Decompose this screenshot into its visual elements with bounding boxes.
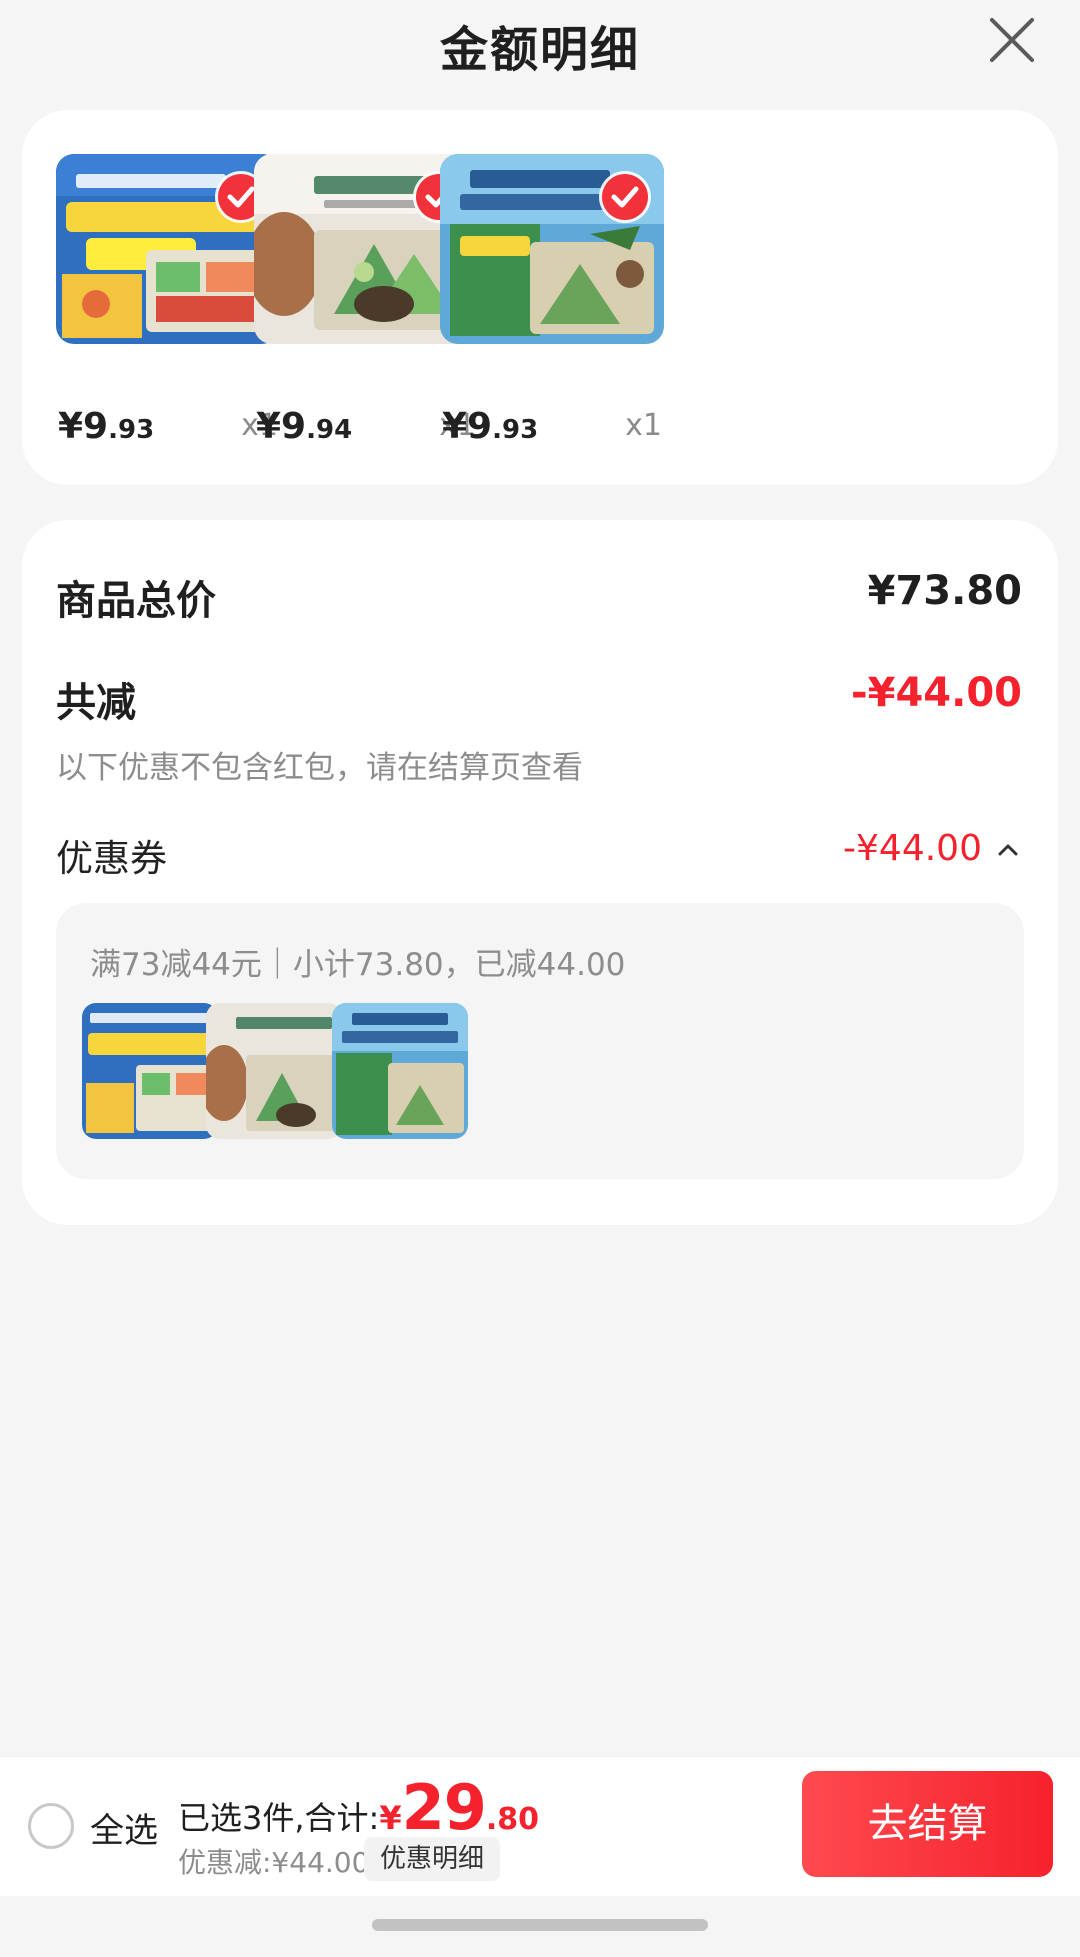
checkout-bar: 全选 已选3件,合计:¥29.80 优惠减:¥44.00 优惠明细 去结算 xyxy=(0,1756,1080,1896)
product-list-card: ¥9.93 x1 ¥9.94 x1 ¥9.93 x1 xyxy=(22,110,1058,485)
product-price: ¥9.93 xyxy=(442,406,539,447)
discount-detail-button[interactable]: 优惠明细 xyxy=(364,1837,501,1881)
header: 金额明细 xyxy=(0,0,1080,96)
page-title: 金额明细 xyxy=(439,22,640,78)
select-all-radio[interactable] xyxy=(28,1803,74,1849)
chevron-up-icon[interactable] xyxy=(994,836,1022,864)
coupon-product-thumb xyxy=(206,1003,342,1139)
coupon-label[interactable]: 优惠券 xyxy=(56,828,167,882)
coupon-value[interactable]: -¥44.00 xyxy=(843,828,982,869)
home-indicator[interactable] xyxy=(372,1919,708,1931)
product-price: ¥9.94 xyxy=(256,406,353,447)
close-icon[interactable] xyxy=(984,12,1040,68)
product-price: ¥9.93 xyxy=(58,406,155,447)
checkout-button[interactable]: 去结算 xyxy=(802,1771,1053,1877)
reduction-note: 以下优惠不包含红包，请在结算页查看 xyxy=(56,750,583,786)
product-quantity: x1 xyxy=(625,408,662,443)
coupon-detail-text: 满73减44元｜小计73.80，已减44.00 xyxy=(90,947,626,983)
reduction-value: -¥44.00 xyxy=(851,670,1022,716)
price-detail-card: 商品总价 ¥73.80 共减 -¥44.00 以下优惠不包含红包，请在结算页查看… xyxy=(22,520,1058,1225)
reduction-label: 共减 xyxy=(56,680,136,726)
product-item[interactable]: ¥9.93 x1 xyxy=(440,154,664,447)
total-price-value: ¥73.80 xyxy=(867,568,1022,614)
total-price-label: 商品总价 xyxy=(56,578,216,624)
coupon-product-thumb xyxy=(82,1003,218,1139)
coupon-detail-box: 满73减44元｜小计73.80，已减44.00 xyxy=(56,903,1024,1179)
coupon-product-thumb xyxy=(332,1003,468,1139)
product-item[interactable]: ¥9.93 x1 xyxy=(56,154,280,447)
checked-icon[interactable] xyxy=(602,174,648,220)
discount-summary: 优惠减:¥44.00 xyxy=(178,1846,370,1879)
total-summary: 已选3件,合计:¥29.80 xyxy=(178,1771,540,1844)
select-all-label[interactable]: 全选 xyxy=(90,1803,158,1852)
